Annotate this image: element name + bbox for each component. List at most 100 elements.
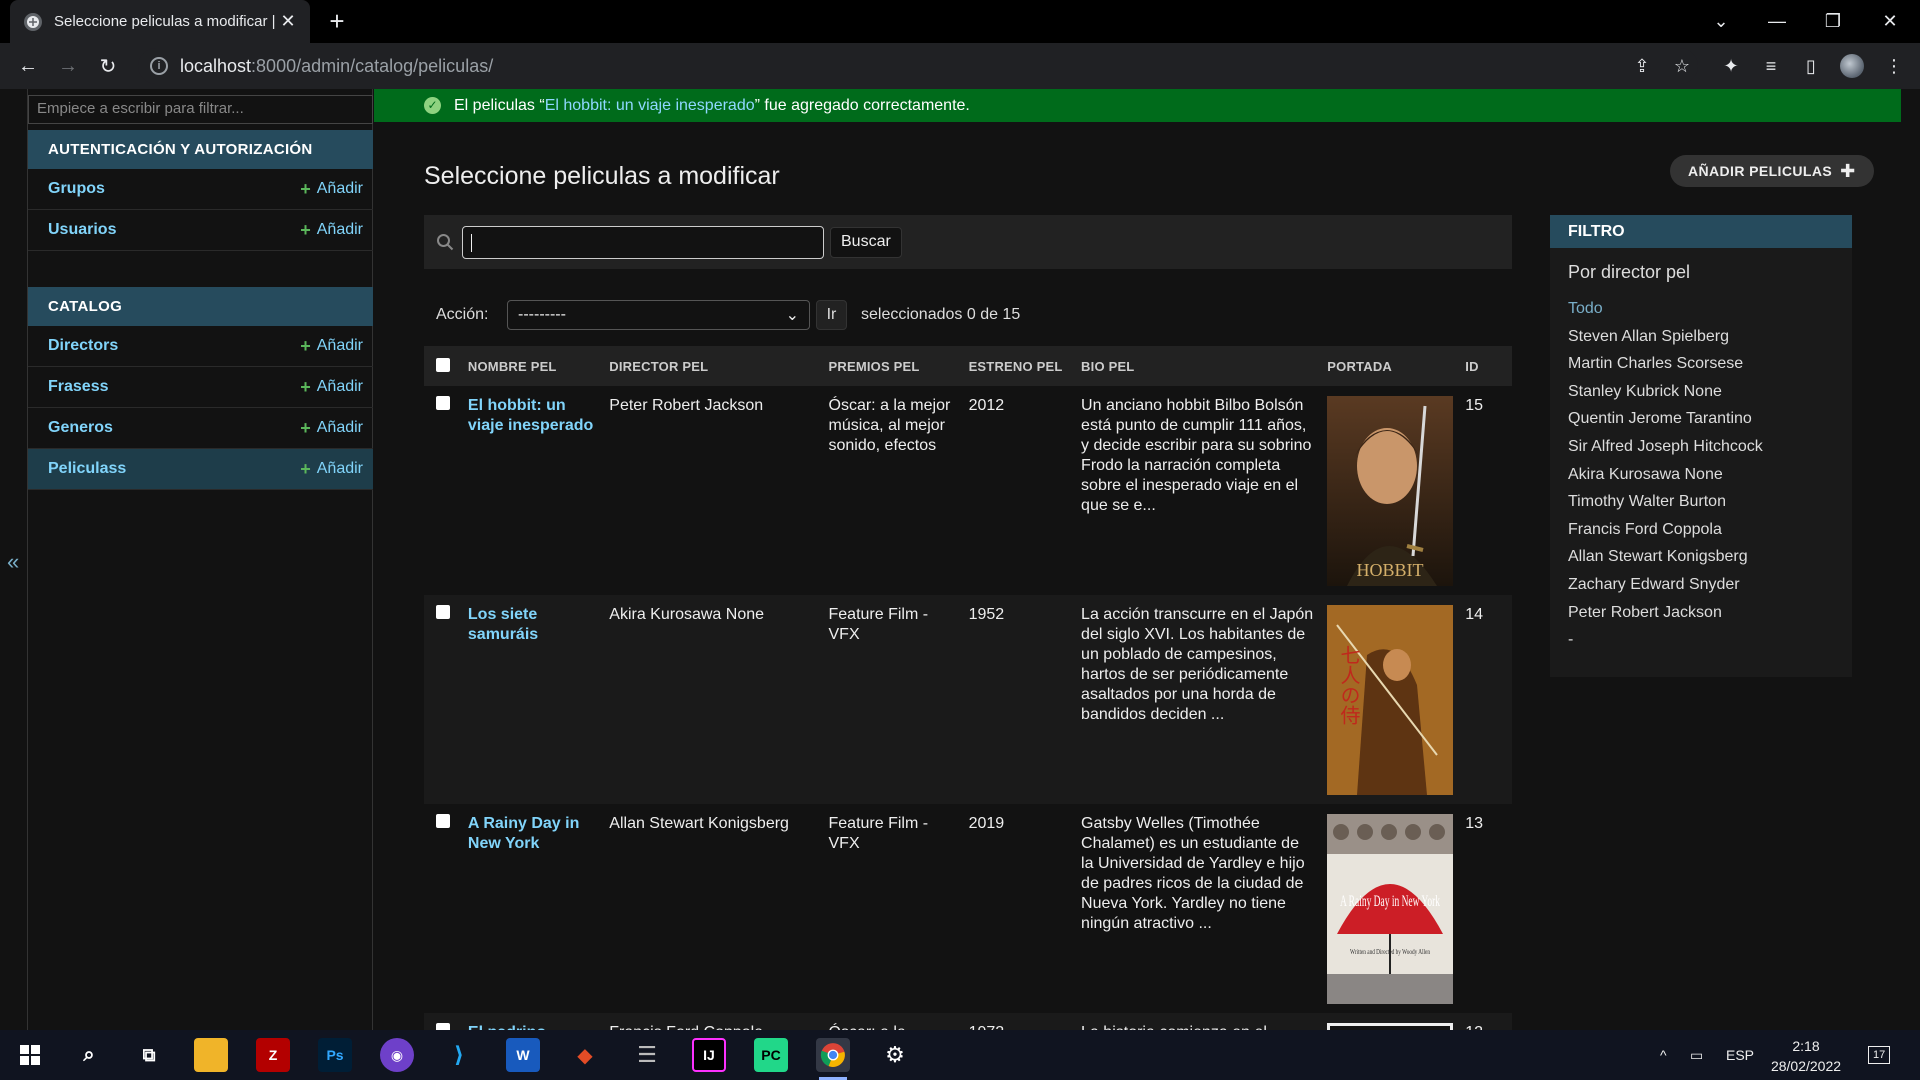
sidebar-item-usuarios[interactable]: Usuarios + Añadir — [28, 210, 373, 251]
github-desktop-icon[interactable]: ◉ — [380, 1038, 414, 1072]
new-tab-button[interactable]: + — [322, 6, 352, 36]
search-icon[interactable]: ⌕ — [72, 1038, 106, 1072]
close-window-button[interactable]: ✕ — [1862, 0, 1918, 43]
add-link[interactable]: + Añadir — [300, 377, 363, 398]
tab-close-icon[interactable]: ✕ — [278, 11, 298, 32]
settings-gear-icon[interactable]: ⚙ — [878, 1038, 912, 1072]
action-select[interactable]: --------- ⌄ — [507, 300, 810, 330]
profile-avatar[interactable] — [1840, 54, 1864, 78]
select-all-checkbox[interactable] — [436, 357, 450, 372]
forward-arrow-icon[interactable]: → — [54, 52, 82, 80]
filter-option[interactable]: Sir Alfred Joseph Hitchcock — [1568, 433, 1834, 461]
word-icon[interactable]: W — [506, 1038, 540, 1072]
model-link[interactable]: Peliculass — [48, 460, 300, 478]
pelicula-name-link[interactable]: Los siete samuráis — [461, 595, 604, 804]
add-link[interactable]: + Añadir — [300, 418, 363, 439]
filter-option[interactable]: Francis Ford Coppola — [1568, 516, 1834, 544]
file-explorer-icon[interactable] — [194, 1038, 228, 1072]
column-header[interactable]: NOMBRE PEL — [461, 346, 604, 386]
sidebar-item-grupos[interactable]: Grupos + Añadir — [28, 169, 373, 210]
network-icon[interactable]: ▭ — [1690, 1030, 1703, 1080]
column-header[interactable]: DIRECTOR PEL — [603, 346, 823, 386]
bookmark-star-icon[interactable]: ☆ — [1670, 54, 1694, 78]
search-button[interactable]: Buscar — [830, 226, 902, 258]
filter-option[interactable]: Todo — [1568, 295, 1834, 323]
windows-start-icon[interactable] — [13, 1038, 47, 1072]
message-object-link[interactable]: El hobbit: un viaje inesperado — [545, 97, 755, 114]
model-link[interactable]: Grupos — [48, 180, 300, 198]
site-info-icon[interactable]: i — [150, 57, 168, 75]
filter-option[interactable]: Timothy Walter Burton — [1568, 488, 1834, 516]
address-bar[interactable]: i localhost:8000/admin/catalog/peliculas… — [138, 48, 1698, 84]
task-view-icon[interactable]: ⧉ — [132, 1038, 166, 1072]
sidebar-item-generos[interactable]: Generos + Añadir — [28, 408, 373, 449]
module-caption[interactable]: CATALOG — [28, 287, 373, 326]
filter-option[interactable]: Martin Charles Scorsese — [1568, 350, 1834, 378]
pelicula-name-link[interactable]: El padrino — [461, 1013, 604, 1030]
back-arrow-icon[interactable]: ← — [14, 52, 42, 80]
more-menu-icon[interactable]: ⋮ — [1882, 54, 1906, 78]
column-header[interactable]: BIO PEL — [1075, 346, 1322, 386]
vscode-icon[interactable]: ⟩ — [442, 1038, 476, 1072]
filter-option[interactable]: Zachary Edward Snyder — [1568, 571, 1834, 599]
pycharm-icon[interactable]: PC — [754, 1038, 788, 1072]
filter-option[interactable]: Allan Stewart Konigsberg — [1568, 543, 1834, 571]
director-cell: Peter Robert Jackson — [609, 397, 764, 414]
minimize-button[interactable]: — — [1749, 0, 1805, 43]
add-pelicula-button[interactable]: AÑADIR PELICULAS ✚ — [1670, 155, 1874, 187]
filter-option[interactable]: Peter Robert Jackson — [1568, 599, 1834, 627]
row-checkbox[interactable] — [436, 396, 450, 410]
intellij-icon[interactable]: IJ — [692, 1038, 726, 1072]
clock[interactable]: 2:18 28/02/2022 — [1768, 1036, 1844, 1076]
bio-cell: La acción transcurre en el Japón del sig… — [1075, 595, 1322, 804]
column-header[interactable]: PORTADA — [1321, 346, 1460, 386]
sidebar-item-frasess[interactable]: Frasess + Añadir — [28, 367, 373, 408]
table-row: Los siete samuráis Akira Kurosawa None F… — [424, 595, 1512, 804]
filter-option[interactable]: Akira Kurosawa None — [1568, 461, 1834, 489]
side-panel-icon[interactable]: ▯ — [1799, 54, 1823, 78]
model-link[interactable]: Frasess — [48, 378, 300, 396]
photoshop-icon[interactable]: Ps — [318, 1038, 352, 1072]
notification-center-icon[interactable]: 17 — [1868, 1030, 1891, 1080]
sidebar-filter-input[interactable]: Empiece a escribir para filtrar... — [28, 95, 373, 124]
chrome-icon[interactable] — [816, 1038, 850, 1080]
model-link[interactable]: Generos — [48, 419, 300, 437]
sidebar-item-peliculass[interactable]: Peliculass + Añadir — [28, 449, 373, 490]
add-link[interactable]: + Añadir — [300, 459, 363, 480]
row-checkbox[interactable] — [436, 1023, 450, 1030]
filter-option[interactable]: Steven Allan Spielberg — [1568, 323, 1834, 351]
add-link[interactable]: + Añadir — [300, 179, 363, 200]
extensions-puzzle-icon[interactable]: ✦ — [1719, 54, 1743, 78]
model-link[interactable]: Directors — [48, 337, 300, 355]
filter-option[interactable]: - — [1568, 626, 1834, 654]
pelicula-name-link[interactable]: El hobbit: un viaje inesperado — [462, 386, 603, 595]
media-queue-icon[interactable]: ≡ — [1759, 54, 1783, 78]
database-icon[interactable]: ☰ — [630, 1038, 664, 1072]
tab-search-icon[interactable]: ⌄ — [1693, 0, 1749, 43]
add-link[interactable]: + Añadir — [300, 336, 363, 357]
column-header[interactable]: PREMIOS PEL — [822, 346, 963, 386]
filter-option[interactable]: Stanley Kubrick None — [1568, 378, 1834, 406]
filter-option[interactable]: Quentin Jerome Tarantino — [1568, 405, 1834, 433]
filezilla-icon[interactable]: Z — [256, 1038, 290, 1072]
show-hidden-icons-chevron-icon[interactable]: ^ — [1660, 1030, 1667, 1080]
language-indicator[interactable]: ESP — [1726, 1030, 1754, 1080]
restore-button[interactable]: ❐ — [1805, 0, 1861, 43]
browser-tabbar: Seleccione peliculas a modificar | ✕ + ⌄… — [0, 0, 1920, 43]
pelicula-name-link[interactable]: A Rainy Day in New York — [462, 804, 603, 1013]
add-link[interactable]: + Añadir — [300, 220, 363, 241]
sidebar-collapse-toggle[interactable]: « — [0, 89, 28, 1030]
row-checkbox[interactable] — [436, 814, 450, 828]
browser-tab[interactable]: Seleccione peliculas a modificar | ✕ — [10, 0, 310, 43]
model-link[interactable]: Usuarios — [48, 221, 300, 239]
column-header[interactable]: ESTRENO PEL — [962, 346, 1076, 386]
sidebar-item-directors[interactable]: Directors + Añadir — [28, 326, 373, 367]
row-checkbox[interactable] — [436, 605, 450, 619]
share-icon[interactable]: ⇪ — [1630, 54, 1654, 78]
git-icon[interactable]: ◆ — [568, 1038, 602, 1072]
reload-icon[interactable]: ↻ — [94, 52, 122, 80]
search-input[interactable] — [462, 225, 824, 259]
go-button[interactable]: Ir — [816, 300, 847, 330]
column-header[interactable]: ID — [1459, 346, 1512, 386]
module-caption[interactable]: AUTENTICACIÓN Y AUTORIZACIÓN — [28, 130, 373, 169]
